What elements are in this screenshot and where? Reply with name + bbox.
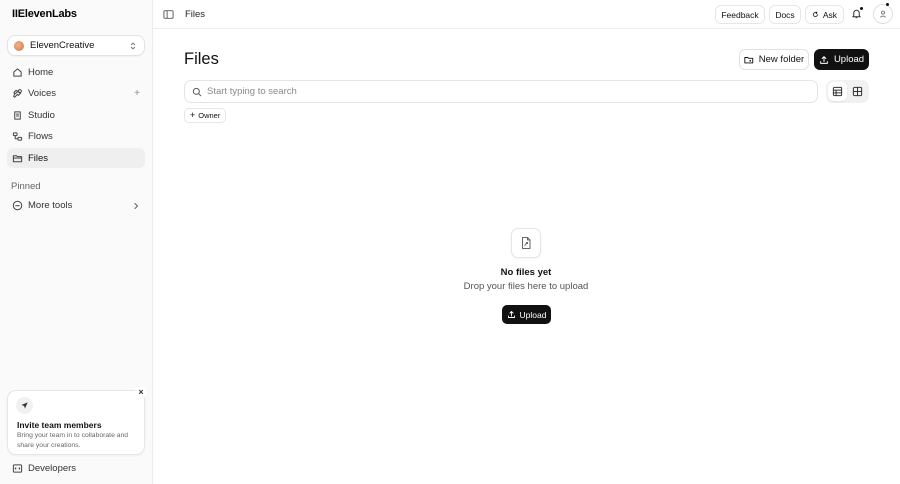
sidebar-item-studio[interactable]: Studio [7,105,145,125]
pinned-section-label: Pinned [11,181,41,192]
view-toggle [826,80,869,103]
code-icon [12,464,23,473]
sidebar-item-voices[interactable]: Voices + [7,84,145,104]
developers-label: Developers [28,463,77,474]
sidebar-nav: Home Voices + Studio Flows Files [7,62,145,170]
sidebar-item-label: Files [28,152,49,164]
home-icon [13,67,22,77]
add-voice-button[interactable]: + [134,88,140,99]
voices-icon [13,89,22,98]
workspace-name: ElevenCreative [30,40,95,51]
sidebar-item-label: Studio [28,109,55,121]
sidebar-item-flows[interactable]: Flows [7,127,145,147]
new-folder-button[interactable]: New folder [739,49,809,70]
invite-title[interactable]: Invite team members [17,420,102,430]
list-view-icon [832,86,842,97]
search-input[interactable] [207,86,810,97]
chevron-updown-icon [130,42,136,49]
page-title: Files [184,50,219,68]
folder-plus-icon [744,56,753,63]
sidebar-item-home[interactable]: Home [7,62,145,82]
studio-icon [14,110,21,120]
file-icon [522,237,531,249]
owner-filter-label: Owner [198,111,221,120]
upload-icon [820,55,828,64]
sidebar-item-label: Flows [28,131,53,142]
send-icon [16,397,33,414]
sidebar-toggle-icon[interactable] [163,9,174,20]
ask-button[interactable]: Ask [805,5,844,24]
empty-state-title: No files yet [500,267,552,278]
plus-icon: + [190,110,196,120]
sidebar-item-label: Home [28,66,54,78]
new-folder-label: New folder [758,54,805,65]
invite-description: Bring your team in to collaborate and sh… [17,432,129,449]
search-icon [192,87,202,96]
app-logo[interactable]: IIElevenLabs [12,8,77,20]
search-box[interactable] [184,80,818,103]
more-tools-label: More tools [28,200,73,211]
docs-button[interactable]: Docs [769,5,801,24]
sidebar-item-developers[interactable]: Developers [7,459,145,478]
upload-label: Upload [833,54,865,65]
upload-button[interactable]: Upload [814,49,869,70]
sidebar-item-label: Voices [28,88,56,99]
owner-filter-chip[interactable]: + Owner [184,108,227,123]
empty-upload-label: Upload [519,309,547,320]
list-view-button[interactable] [828,82,847,101]
user-avatar[interactable] [873,4,893,24]
upload-icon [507,311,515,318]
empty-state-subtitle: Drop your files here to upload [463,281,589,292]
top-bar: Files Feedback Docs Ask [153,0,900,29]
circle-dots-icon [12,200,23,211]
grid-view-button[interactable] [849,82,868,101]
sidebar-item-files[interactable]: Files [7,148,145,168]
invite-team-card: × Invite team members Bring your team in… [7,386,147,455]
more-tools-item[interactable]: More tools [7,196,145,215]
refresh-icon [813,11,818,17]
notification-dot [860,7,863,10]
files-icon [12,154,23,162]
close-icon[interactable]: × [135,386,147,398]
flows-icon [12,132,23,141]
avatar-status-dot [886,3,889,6]
breadcrumb: Files [185,9,206,20]
feedback-button[interactable]: Feedback [715,5,765,24]
sidebar: IIElevenLabs ElevenCreative Home Voices … [0,0,153,484]
workspace-avatar [14,40,24,51]
grid-view-icon [853,86,863,97]
ask-label: Ask [822,9,837,20]
chevron-right-icon [134,202,139,209]
workspace-switcher[interactable]: ElevenCreative [7,35,145,56]
empty-state-icon [511,228,541,258]
empty-upload-button[interactable]: Upload [502,305,551,324]
